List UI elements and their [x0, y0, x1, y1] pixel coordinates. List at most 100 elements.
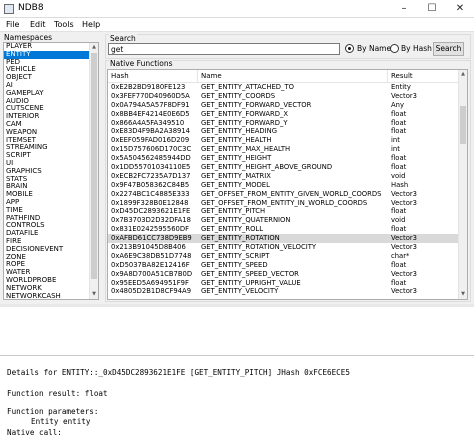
- table-row[interactable]: 0xD45DC2893621E1FE GET_ENTITY_PITCH float: [108, 207, 460, 216]
- cell-name: GET_ENTITY_ROTATION_VELOCITY: [201, 243, 317, 252]
- cell-hash: 0xAFBD61CC738D9EB9: [111, 234, 192, 243]
- cell-hash: 0xE83D4F9BA2A38914: [111, 127, 190, 136]
- column-name[interactable]: Name: [198, 70, 388, 83]
- namespaces-list[interactable]: PLAYER ENTITY PED VEHICLE OBJECT AI GAMEPLAY AU…: [3, 42, 99, 300]
- cell-result: Vector3: [391, 287, 417, 296]
- cell-hash: 0x15D757606D170C3C: [111, 145, 192, 154]
- table-row[interactable]: 0x1DD55701034110E5 GET_ENTITY_HEIGHT_ABOV…: [108, 163, 460, 172]
- scroll-up-icon[interactable]: ▲: [90, 43, 98, 52]
- cell-hash: 0x2274BC1C4885E333: [111, 189, 190, 198]
- namespaces-label: Namespaces: [4, 33, 53, 42]
- cell-result: float: [391, 163, 407, 172]
- table-row[interactable]: 0x866A4A5FA349510 GET_ENTITY_FORWARD_Y flo…: [108, 119, 460, 128]
- cell-result: char*: [391, 251, 410, 260]
- table-row[interactable]: 0x1899F328B0E12848 GET_OFFSET_FROM_ENTITY…: [108, 199, 460, 208]
- by-hash-label[interactable]: By Hash: [401, 44, 432, 53]
- cell-name: GET_OFFSET_FROM_ENTITY_IN_WORLD_COORDS: [201, 198, 368, 207]
- cell-name: GET_ENTITY_QUATERNION: [201, 216, 291, 225]
- cell-name: GET_ENTITY_UPRIGHT_VALUE: [201, 278, 301, 287]
- scrollbar-thumb[interactable]: [91, 53, 97, 279]
- cell-hash: 0xEEF059FAD016D209: [111, 136, 190, 145]
- close-button[interactable]: ✕: [446, 0, 474, 18]
- namespaces-scrollbar[interactable]: ▲ ▼: [89, 43, 98, 299]
- menu-tools[interactable]: Tools: [54, 20, 74, 29]
- cell-result: Vector3: [391, 234, 417, 243]
- namespace-item[interactable]: OBJECT: [4, 73, 98, 82]
- cell-hash: 0xD45DC2893621E1FE: [111, 207, 191, 216]
- table-row[interactable]: 0x213B91045D8B406 GET_ENTITY_ROTATION_VEL…: [108, 243, 460, 252]
- cell-hash: 0x1DD55701034110E5: [111, 163, 191, 172]
- menu-edit[interactable]: Edit: [30, 20, 46, 29]
- maximize-button[interactable]: ☐: [418, 0, 446, 18]
- cell-result: float: [391, 118, 407, 127]
- table-row[interactable]: 0xECB2FC7235A7D137 GET_ENTITY_MATRIX void: [108, 172, 460, 181]
- table-row[interactable]: 0x15D757606D170C3C GET_ENTITY_MAX_HEALTH i…: [108, 145, 460, 154]
- window-title: NDB8: [18, 3, 44, 13]
- table-row[interactable]: 0x5A504562485944DD GET_ENTITY_HEIGHT float: [108, 154, 460, 163]
- search-input[interactable]: [108, 43, 340, 55]
- cell-name: GET_ENTITY_SPEED: [201, 260, 268, 269]
- scroll-down-icon[interactable]: ▼: [459, 290, 467, 299]
- menu-file[interactable]: File: [6, 20, 19, 29]
- scroll-down-icon[interactable]: ▼: [90, 290, 98, 299]
- cell-result: float: [391, 225, 407, 234]
- table-row[interactable]: 0xA6E9C38DB51D7748 GET_ENTITY_SCRIPT char*: [108, 252, 460, 261]
- function-parameters-title: Function parameters:: [7, 407, 99, 416]
- table-row[interactable]: 0xAFBD61CC738D9EB9 GET_ENTITY_ROTATION Vec…: [108, 234, 460, 244]
- by-name-label[interactable]: By Name: [357, 44, 391, 53]
- menu-help[interactable]: Help: [82, 20, 100, 29]
- cell-hash: 0x7B3703D2D32DFA18: [111, 216, 191, 225]
- cell-result: float: [391, 127, 407, 136]
- column-hash[interactable]: Hash: [108, 70, 198, 83]
- cell-name: GET_ENTITY_VELOCITY: [201, 287, 279, 296]
- table-row[interactable]: 0x0A794A5A57F8DF91 GET_ENTITY_FORWARD_VEC…: [108, 101, 460, 110]
- table-row[interactable]: 0x9F47B058362C84B5 GET_ENTITY_MODEL Hash: [108, 181, 460, 190]
- cell-name: GET_ENTITY_ROTATION: [201, 234, 280, 243]
- search-button[interactable]: Search: [433, 42, 464, 56]
- cell-result: float: [391, 154, 407, 163]
- cell-name: GET_OFFSET_FROM_ENTITY_GIVEN_WORLD_COORD…: [201, 189, 382, 198]
- table-row[interactable]: 0x95EED5A694951F9F GET_ENTITY_UPRIGHT_VAL…: [108, 279, 460, 288]
- cell-name: GET_ENTITY_HEALTH: [201, 136, 272, 145]
- cell-hash: 0xE2B2BD9180FE123: [111, 83, 186, 91]
- table-row[interactable]: 0xEEF059FAD016D209 GET_ENTITY_HEALTH int: [108, 136, 460, 145]
- by-hash-radio[interactable]: [390, 44, 399, 53]
- cell-result: Hash: [391, 180, 409, 189]
- scroll-up-icon[interactable]: ▲: [459, 70, 467, 79]
- table-row[interactable]: 0x3FEF770D40960D5A GET_ENTITY_COORDS Vecto…: [108, 92, 460, 101]
- table-row[interactable]: 0x8BB4EF4214E0E6D5 GET_ENTITY_FORWARD_X fl…: [108, 110, 460, 119]
- table-row[interactable]: 0xE2B2BD9180FE123 GET_ENTITY_ATTACHED_TO E…: [108, 83, 460, 92]
- table-header: Hash Name Result: [108, 70, 460, 83]
- details-header: Details for ENTITY::_0xD45DC2893621E1FE …: [7, 368, 350, 377]
- cell-hash: 0x8BB4EF4214E0E6D5: [111, 109, 190, 118]
- cell-name: GET_ENTITY_FORWARD_VECTOR: [201, 100, 312, 109]
- menu-bar: File Edit Tools Help: [0, 18, 474, 32]
- cell-hash: 0x9A8D700A51CB7B0D: [111, 269, 193, 278]
- table-row[interactable]: 0x4805D2B1D8CF94A9 GET_ENTITY_VELOCITY Vec…: [108, 287, 460, 296]
- table-row[interactable]: 0xE83D4F9BA2A38914 GET_ENTITY_HEADING floa…: [108, 127, 460, 136]
- namespace-item[interactable]: SCRIPT: [4, 151, 98, 160]
- minimize-button[interactable]: –: [390, 0, 418, 18]
- cell-hash: 0xD5037BA82E12416F: [111, 260, 190, 269]
- cell-name: GET_ENTITY_MODEL: [201, 180, 270, 189]
- cell-hash: 0x831E0242595560DF: [111, 225, 190, 234]
- table-row[interactable]: 0x2274BC1C4885E333 GET_OFFSET_FROM_ENTITY…: [108, 190, 460, 199]
- cell-hash: 0x95EED5A694951F9F: [111, 278, 189, 287]
- table-row[interactable]: 0xD5037BA82E12416F GET_ENTITY_SPEED float: [108, 261, 460, 270]
- cell-name: GET_ENTITY_SPEED_VECTOR: [201, 269, 299, 278]
- cell-result: float: [391, 109, 407, 118]
- cell-result: float: [391, 260, 407, 269]
- cell-hash: 0xECB2FC7235A7D137: [111, 171, 191, 180]
- function-result: Function result: float: [7, 389, 108, 398]
- table-row[interactable]: 0x831E0242595560DF GET_ENTITY_ROLL float: [108, 225, 460, 234]
- cell-result: float: [391, 207, 407, 216]
- column-result[interactable]: Result: [388, 70, 460, 83]
- cell-result: Any: [391, 100, 404, 109]
- native-functions-table[interactable]: Hash Name Result 0xE2B2BD9180FE123 GET_EN…: [107, 69, 468, 300]
- table-scrollbar[interactable]: ▲ ▼: [458, 70, 467, 299]
- by-name-radio[interactable]: [345, 44, 354, 53]
- table-row[interactable]: 0x7B3703D2D32DFA18 GET_ENTITY_QUATERNION v…: [108, 216, 460, 225]
- scrollbar-thumb[interactable]: [460, 106, 466, 144]
- cell-name: GET_ENTITY_MAX_HEALTH: [201, 145, 291, 154]
- table-row[interactable]: 0x9A8D700A51CB7B0D GET_ENTITY_SPEED_VECTO…: [108, 270, 460, 279]
